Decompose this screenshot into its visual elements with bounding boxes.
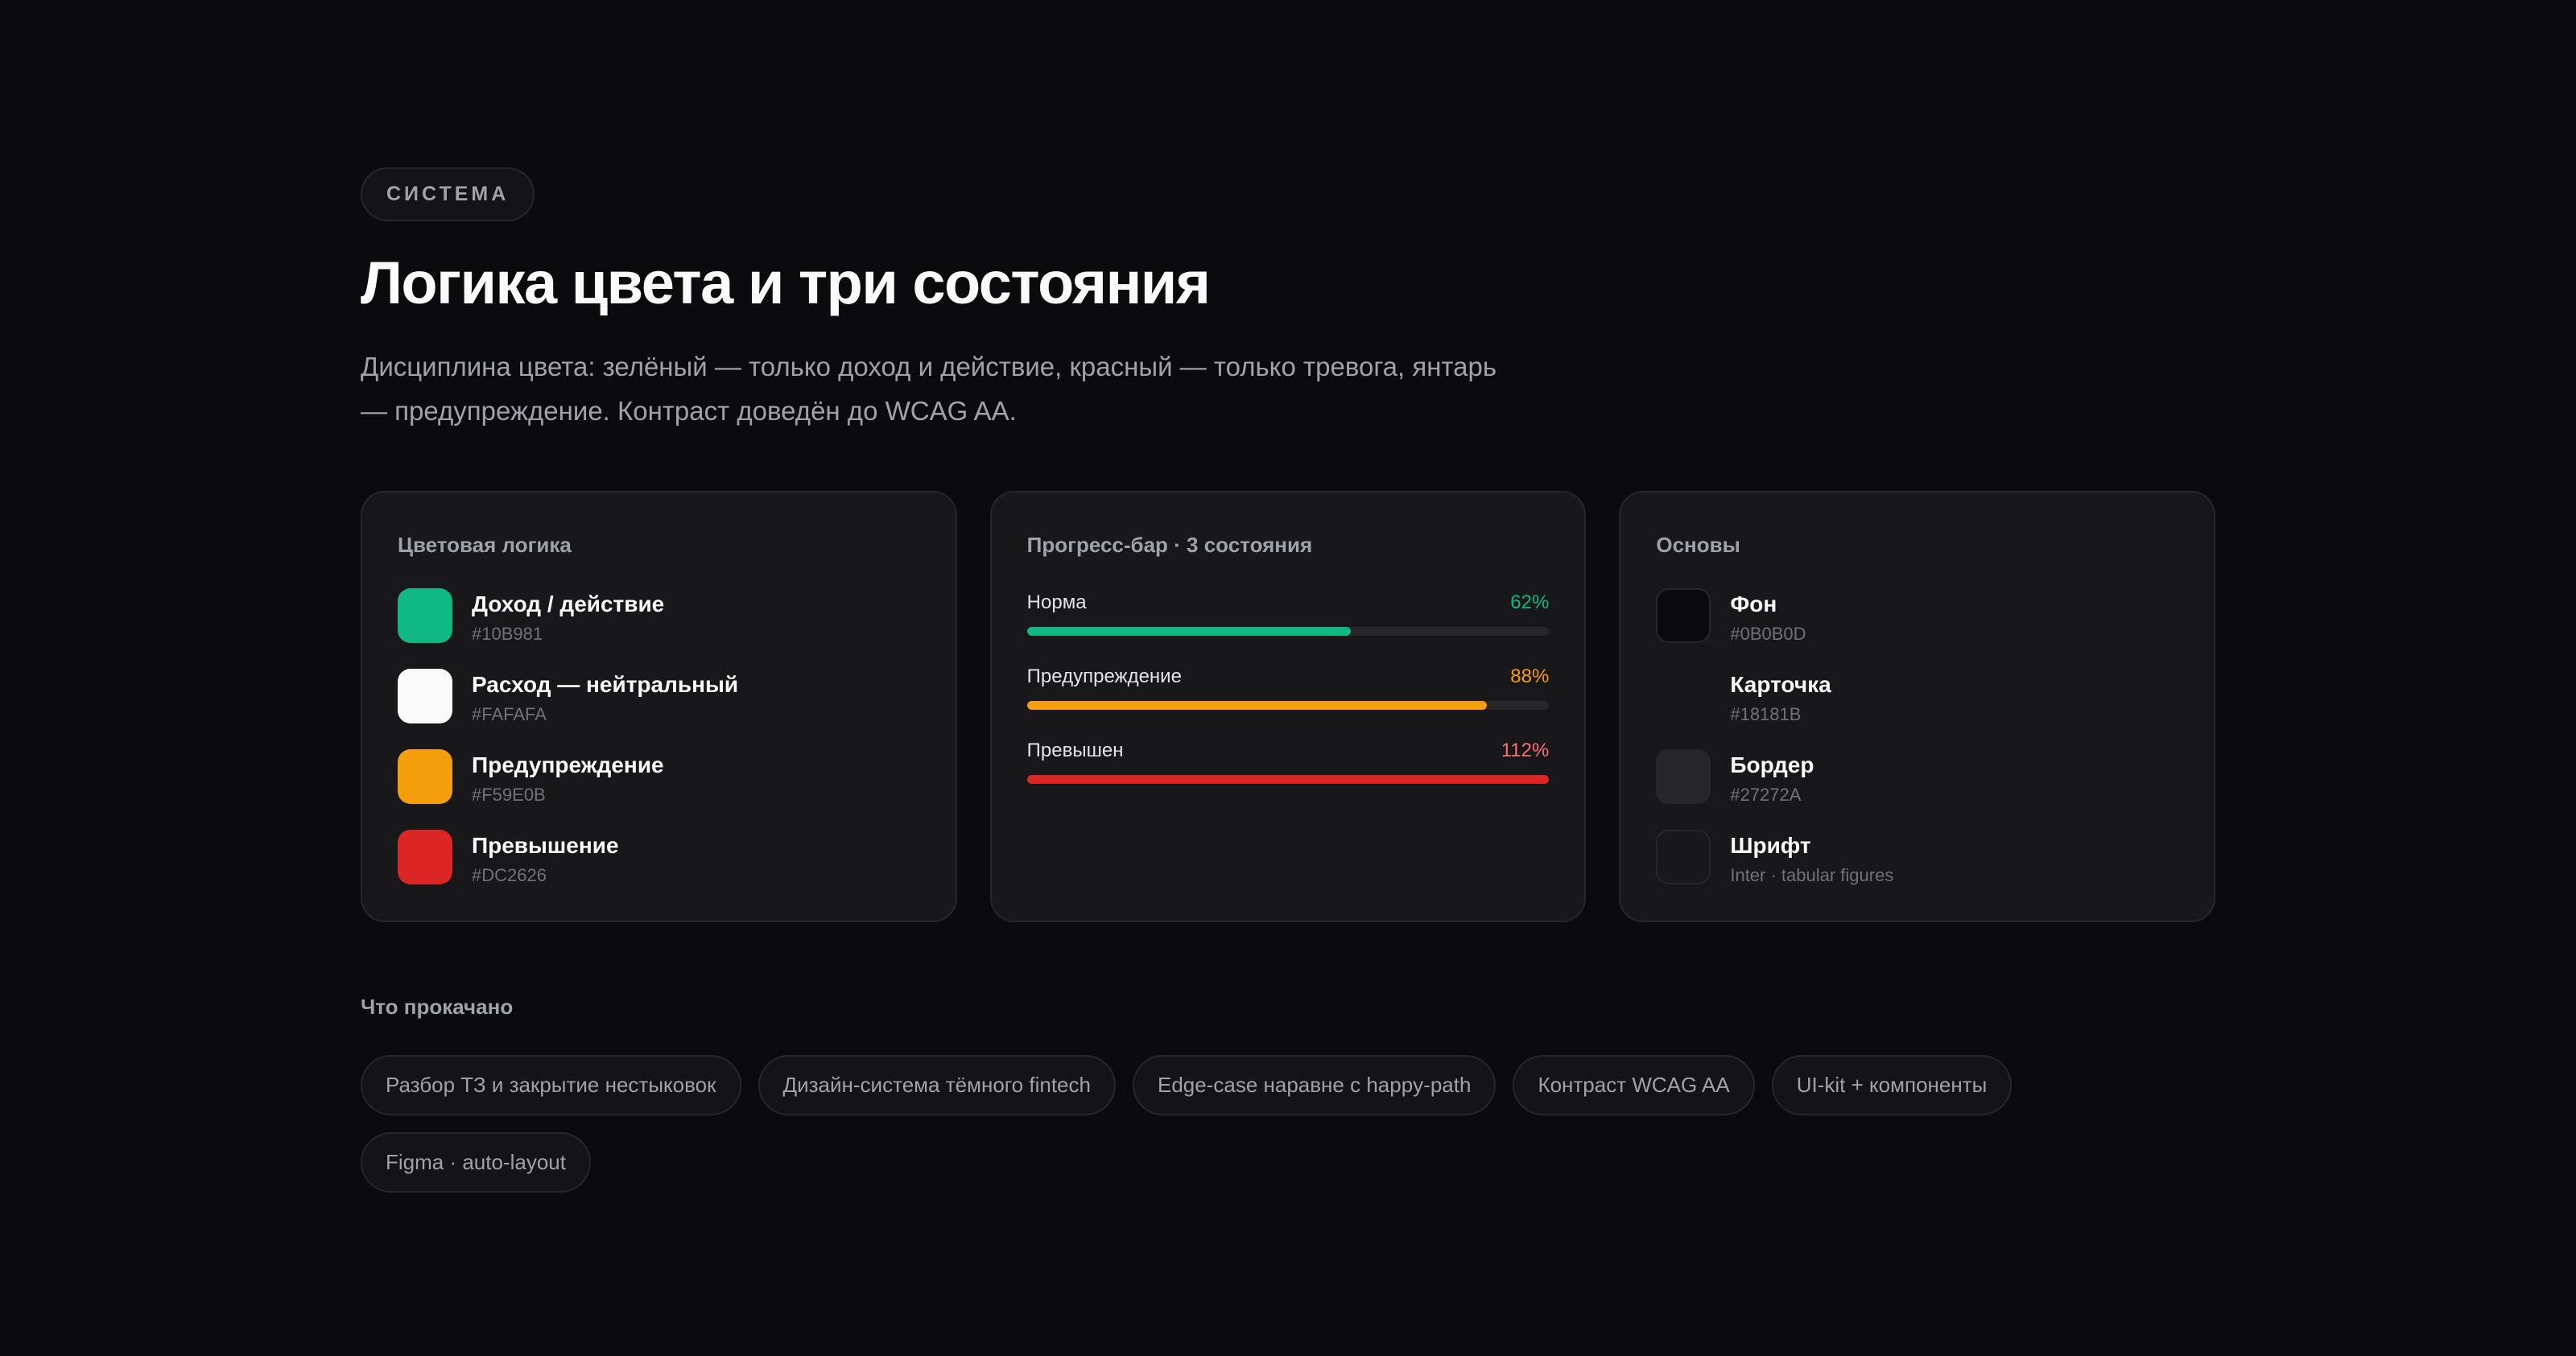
card-title: Прогресс-бар · 3 состояния — [1026, 532, 1313, 557]
color-chip — [1656, 668, 1711, 723]
skills-tag-list: Разбор ТЗ и закрытие нестыковок Дизайн-с… — [361, 1054, 2215, 1193]
swatch-hex: #DC2626 — [472, 864, 547, 885]
swatch-name: Карточка — [1730, 671, 1831, 697]
swatch-hex: Inter · tabular figures — [1730, 864, 1894, 885]
progress-percent: 112% — [1501, 739, 1550, 761]
swatch-hex: #FAFAFA — [472, 703, 547, 724]
skill-tag: Edge-case наравне с happy-path — [1132, 1054, 1496, 1115]
progress-track — [1026, 774, 1550, 784]
color-chip — [398, 829, 452, 884]
content: СИСТЕМА Логика цвета и три состояния Дис… — [361, 167, 2216, 1193]
swatch-hex: #0B0B0D — [1730, 623, 1806, 644]
swatch-name: Расход — нейтральный — [472, 671, 739, 697]
skill-tag: Дизайн-система тёмного fintech — [758, 1054, 1116, 1115]
progress-bar-exceeded: Превышен 112% — [1026, 738, 1550, 812]
swatch-hex: #F59E0B — [472, 784, 546, 805]
foundation-swatch-font: Шрифт Inter · tabular figures — [1656, 829, 2178, 910]
swatch-name: Доход / действие — [472, 591, 665, 616]
progress-track — [1026, 626, 1550, 636]
swatch-hex: #10B981 — [472, 623, 543, 644]
color-chip — [1656, 829, 1711, 884]
progress-percent: 88% — [1510, 665, 1550, 687]
foundation-swatch-border: Бордер #27272A — [1656, 748, 2178, 830]
progress-bar-normal: Норма 62% — [1026, 590, 1550, 664]
color-chip — [398, 748, 452, 804]
card-title: Цветовая логика — [398, 532, 572, 557]
color-chip — [1656, 587, 1711, 643]
skill-tag: Контраст WCAG AA — [1513, 1054, 1755, 1115]
progress-percent: 62% — [1510, 591, 1550, 613]
swatch-name: Превышение — [472, 832, 619, 858]
skill-tag: Figma · auto-layout — [361, 1131, 591, 1193]
cards-row: Цветовая логика Доход / действие #10B981… — [361, 490, 2216, 922]
foundation-swatch-card: Карточка #18181B — [1656, 668, 2178, 749]
color-logic-card: Цветовая логика Доход / действие #10B981… — [361, 490, 957, 922]
progress-track — [1026, 700, 1550, 710]
section-badge: СИСТЕМА — [361, 167, 535, 221]
progress-fill — [1026, 700, 1487, 710]
color-chip — [398, 668, 452, 723]
color-chip — [1656, 748, 1711, 804]
swatch-name: Шрифт — [1730, 832, 1811, 858]
swatch-hex: #27272A — [1730, 784, 1802, 805]
foundation-swatch-background: Фон #0B0B0D — [1656, 587, 2178, 669]
color-chip — [398, 587, 452, 643]
swatch-name: Бордер — [1730, 752, 1814, 777]
color-swatch-warning: Предупреждение #F59E0B — [398, 748, 920, 830]
page-subtitle: Дисциплина цвета: зелёный — только доход… — [361, 351, 1497, 426]
foundations-card: Основы Фон #0B0B0D Карточка #18181B Борд… — [1619, 490, 2216, 922]
swatch-hex: #18181B — [1730, 703, 1802, 724]
skill-tag: UI-kit + компоненты — [1771, 1054, 2013, 1115]
page-title: Логика цвета и три состояния — [361, 249, 1211, 316]
swatch-name: Предупреждение — [472, 752, 664, 777]
color-swatch-exceeded: Превышение #DC2626 — [398, 829, 920, 910]
progress-bar-list: Норма 62% Предупреждение 88% Превышен 11… — [1026, 590, 1550, 812]
progress-label: Предупреждение — [1026, 665, 1182, 687]
page: СИСТЕМА Логика цвета и три состояния Дис… — [0, 0, 2576, 1356]
color-swatch-list: Доход / действие #10B981 Расход — нейтра… — [398, 587, 920, 910]
progress-label: Превышен — [1026, 739, 1124, 761]
card-title: Основы — [1656, 532, 1740, 557]
progress-bar-warning: Предупреждение 88% — [1026, 664, 1550, 738]
progress-fill — [1026, 774, 1550, 784]
progress-fill — [1026, 626, 1351, 636]
color-swatch-expense: Расход — нейтральный #FAFAFA — [398, 668, 920, 749]
progress-label: Норма — [1026, 591, 1087, 613]
color-swatch-income: Доход / действие #10B981 — [398, 587, 920, 669]
skills-label: Что прокачано — [361, 994, 514, 1019]
progress-bar-card: Прогресс-бар · 3 состояния Норма 62% Пре… — [989, 490, 1587, 922]
swatch-name: Фон — [1730, 591, 1777, 616]
skill-tag: Разбор ТЗ и закрытие нестыковок — [361, 1054, 741, 1115]
foundation-swatch-list: Фон #0B0B0D Карточка #18181B Бордер #272… — [1656, 587, 2178, 910]
